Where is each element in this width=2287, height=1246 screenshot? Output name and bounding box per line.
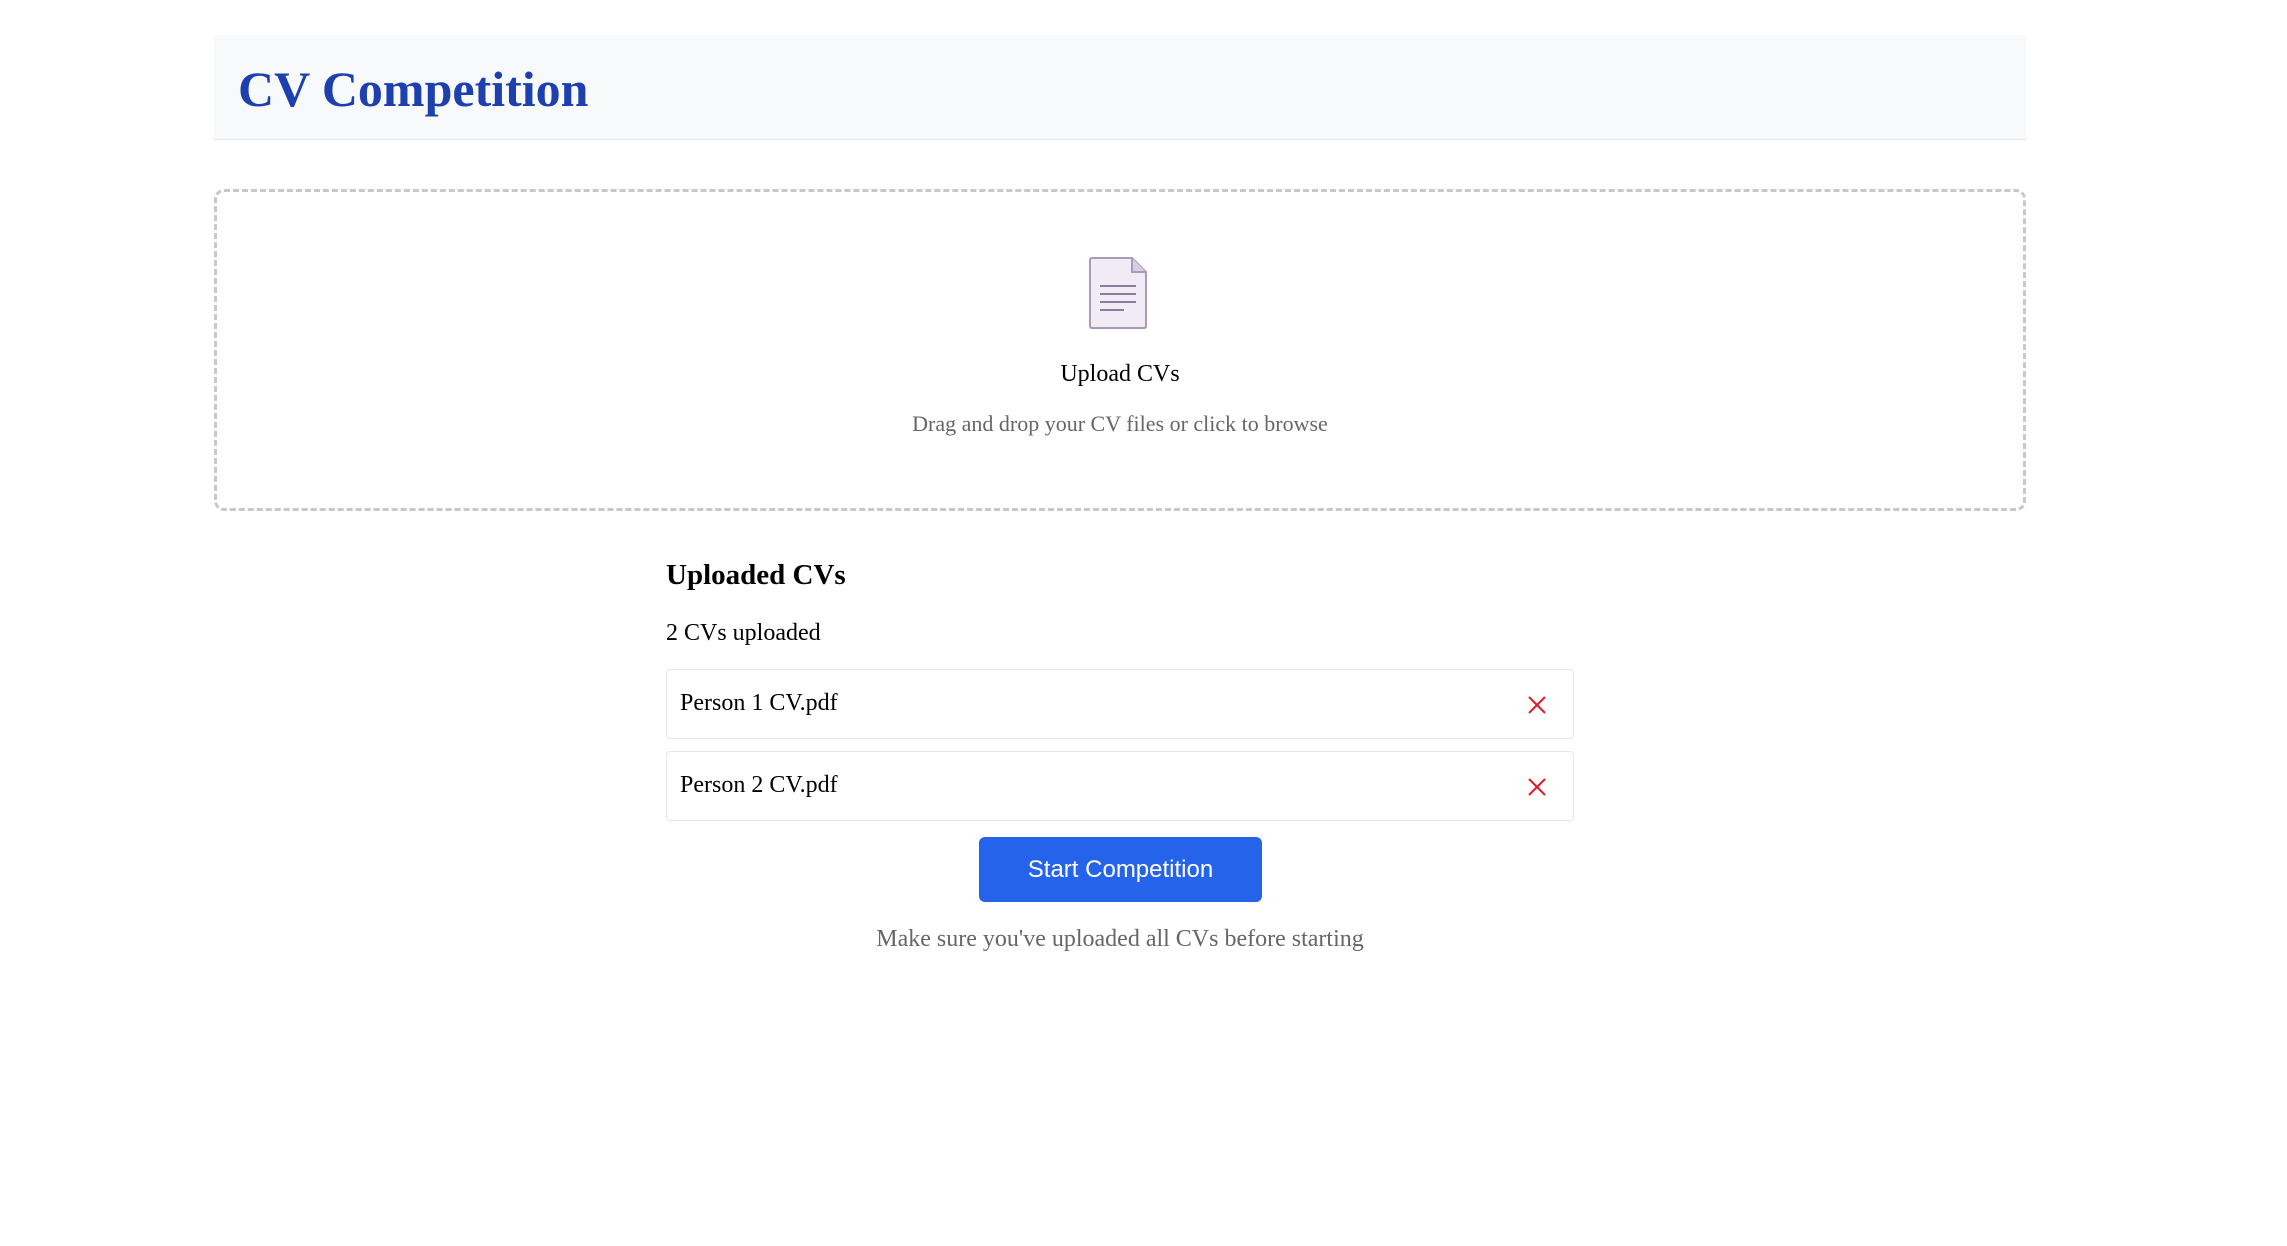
document-icon bbox=[1089, 257, 1147, 329]
page-title: CV Competition bbox=[238, 61, 589, 117]
cv-dropzone[interactable] bbox=[214, 189, 2026, 511]
upload-title: Upload CVs bbox=[1060, 361, 1180, 387]
close-icon[interactable] bbox=[1521, 771, 1553, 803]
file-name: Person 1 CV.pdf bbox=[680, 690, 838, 716]
file-list-item: Person 1 CV.pdf bbox=[666, 669, 1574, 739]
start-hint: Make sure you've uploaded all CVs before… bbox=[876, 926, 1364, 952]
uploaded-count: 2 CVs uploaded bbox=[666, 620, 821, 646]
file-list-item: Person 2 CV.pdf bbox=[666, 751, 1574, 821]
uploaded-cvs-heading: Uploaded CVs bbox=[666, 559, 846, 591]
page-header: CV Competition bbox=[214, 35, 2026, 140]
start-competition-button[interactable]: Start Competition bbox=[979, 837, 1262, 902]
upload-subtitle: Drag and drop your CV files or click to … bbox=[912, 411, 1328, 436]
file-name: Person 2 CV.pdf bbox=[680, 772, 838, 798]
close-icon[interactable] bbox=[1521, 689, 1553, 721]
uploaded-cvs-section: Uploaded CVs bbox=[666, 555, 1574, 595]
